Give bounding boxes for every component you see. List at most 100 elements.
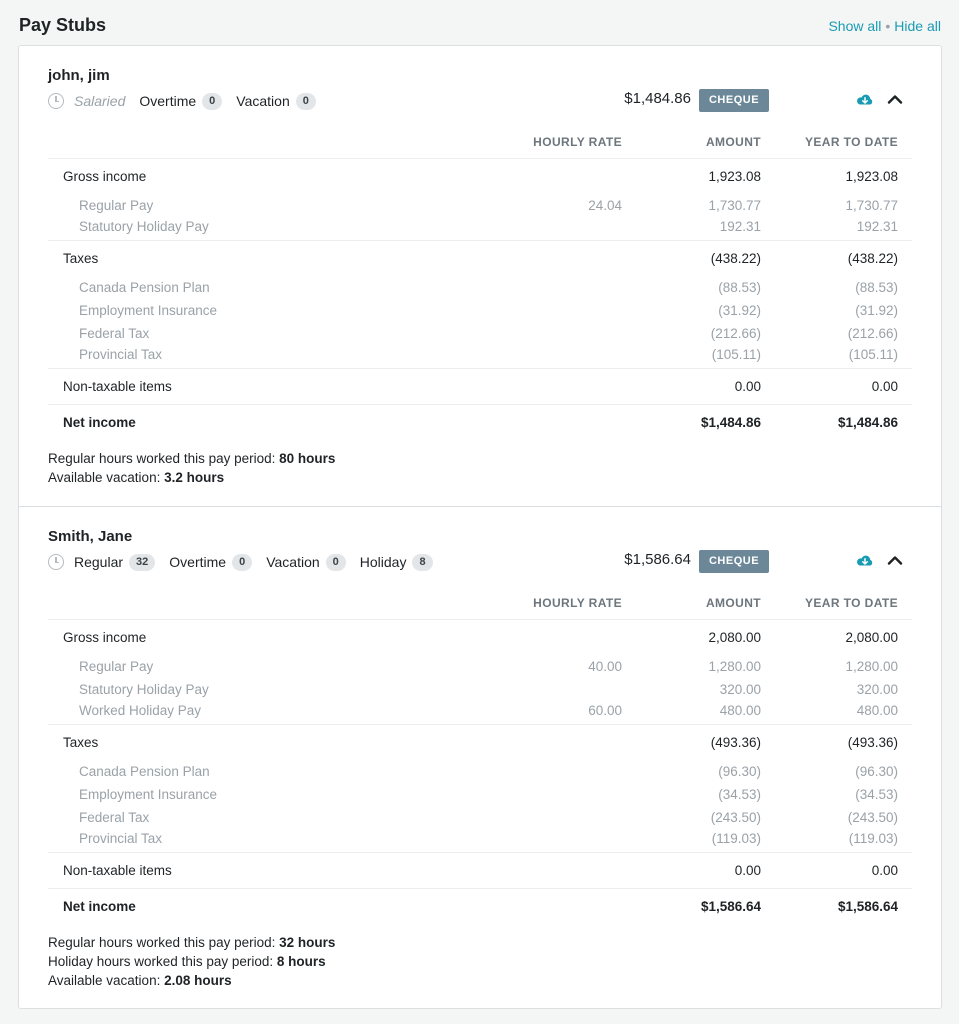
hours-count-badge: 8 <box>412 553 433 571</box>
row-ytd: 0.00 <box>775 851 912 888</box>
row-label: Regular Pay <box>79 659 154 674</box>
row-label: Gross income <box>63 629 147 645</box>
header-year-to-date: YEAR TO DATE <box>775 126 912 159</box>
hours-summary: Regular 32 Overtime 0 Vacation 0 Holiday 8 <box>48 553 447 571</box>
row-label: Provincial Tax <box>79 831 163 847</box>
row-amount: (438.22) <box>636 239 775 276</box>
row-amount: (88.53) <box>718 280 761 295</box>
row-ytd: (493.36) <box>775 723 912 760</box>
hours-vacation: Vacation 0 <box>266 553 346 571</box>
summary-line: Regular hours worked this pay period: 80… <box>48 449 335 468</box>
row-label: Taxes <box>48 723 478 760</box>
hide-all-link[interactable]: Hide all <box>894 18 941 34</box>
gross-income-row: Gross income 1,923.08 1,923.08 <box>48 158 912 194</box>
row-rate <box>478 829 636 852</box>
hours-label: Regular <box>74 554 124 570</box>
row-amount: $1,586.64 <box>636 887 775 925</box>
row-amount: (212.66) <box>710 326 761 341</box>
row-amount: 1,923.08 <box>708 168 761 184</box>
page-title: Pay Stubs <box>19 15 107 35</box>
employee-name: john, jim <box>48 67 110 84</box>
row-label: Employment Insurance <box>79 787 218 802</box>
row-label: Federal Tax <box>79 326 150 341</box>
row-rate <box>478 806 636 829</box>
cloud-download-icon[interactable] <box>856 92 874 108</box>
show-all-link[interactable]: Show all <box>828 18 881 34</box>
row-ytd: 320.00 <box>856 682 898 697</box>
row-ytd: 1,923.08 <box>845 168 898 184</box>
non-taxable-row: Non-taxable items 0.00 0.00 <box>48 367 912 404</box>
hours-label: Vacation <box>236 93 290 109</box>
row-rate <box>478 217 636 240</box>
row-rate: 24.04 <box>588 198 622 213</box>
summary-label: Available vacation: <box>48 470 161 485</box>
taxes-row: Taxes (493.36) (493.36) <box>48 723 912 760</box>
row-ytd: 2,080.00 <box>845 629 898 645</box>
row-amount: 192.31 <box>719 219 761 235</box>
header-hourly-rate: HOURLY RATE <box>478 587 636 620</box>
row-label: Federal Tax <box>79 810 150 825</box>
pay-stub-john-jim: john, jim Salaried Overtime 0 Vacation 0 $… <box>19 46 941 506</box>
row-rate <box>478 723 636 760</box>
row-rate <box>478 760 636 783</box>
hours-vacation: Vacation 0 <box>236 92 316 110</box>
row-ytd: (105.11) <box>848 347 898 363</box>
row-amount: (31.92) <box>718 303 761 318</box>
toggle-links: Show all • Hide all <box>828 18 941 34</box>
hours-count-badge: 0 <box>202 92 223 110</box>
earning-row: Statutory Holiday Pay 320.00 320.00 <box>48 678 912 701</box>
row-amount: 0.00 <box>636 851 775 888</box>
row-rate <box>478 322 636 345</box>
header-year-to-date: YEAR TO DATE <box>775 587 912 620</box>
hours-label: Vacation <box>266 554 320 570</box>
header-amount: AMOUNT <box>636 587 775 620</box>
summary-line: Available vacation: 2.08 hours <box>48 971 335 990</box>
row-label: Net income <box>48 887 478 925</box>
row-ytd: (88.53) <box>855 280 898 295</box>
cloud-download-icon[interactable] <box>856 553 874 569</box>
pay-method-badge: CHEQUE <box>699 550 769 573</box>
tax-row: Employment Insurance (34.53) (34.53) <box>48 783 912 806</box>
employee-name: Smith, Jane <box>48 528 133 545</box>
row-amount: 1,280.00 <box>708 659 761 674</box>
row-amount: (493.36) <box>636 723 775 760</box>
row-ytd: 1,280.00 <box>845 659 898 674</box>
row-rate <box>478 887 636 925</box>
pay-stubs-card: john, jim Salaried Overtime 0 Vacation 0 $… <box>18 45 942 1009</box>
row-ytd: 480.00 <box>856 703 898 719</box>
chevron-up-icon[interactable] <box>887 554 903 566</box>
chevron-up-icon[interactable] <box>887 93 903 105</box>
hours-overtime: Overtime 0 <box>169 553 253 571</box>
summary-value: 8 hours <box>276 954 326 969</box>
tax-row: Provincial Tax (105.11) (105.11) <box>48 345 912 368</box>
tax-row: Employment Insurance (31.92) (31.92) <box>48 299 912 322</box>
hours-label: Overtime <box>169 554 227 570</box>
pay-stub-table: HOURLY RATE AMOUNT YEAR TO DATE Gross in… <box>48 126 912 441</box>
row-label: Statutory Holiday Pay <box>79 682 209 697</box>
row-rate: 60.00 <box>588 703 622 719</box>
earning-row: Regular Pay 40.00 1,280.00 1,280.00 <box>48 655 912 678</box>
hours-label: Holiday <box>359 554 407 570</box>
header-label <box>48 587 478 620</box>
row-rate <box>478 158 636 194</box>
row-amount: (96.30) <box>718 764 761 779</box>
hours-count-badge: 32 <box>129 553 156 571</box>
summary-value: 3.2 hours <box>164 470 225 485</box>
row-ytd: (212.66) <box>847 326 898 341</box>
hours-count-badge: 0 <box>325 553 346 571</box>
row-amount: (34.53) <box>718 787 761 802</box>
summary-line: Regular hours worked this pay period: 32… <box>48 933 335 952</box>
row-ytd: $1,484.86 <box>775 403 912 441</box>
link-separator: • <box>885 18 891 34</box>
tax-row: Canada Pension Plan (88.53) (88.53) <box>48 276 912 299</box>
row-ytd: (119.03) <box>848 831 898 847</box>
row-label: Taxes <box>48 239 478 276</box>
summary-value: 80 hours <box>279 451 336 466</box>
row-ytd: 0.00 <box>775 367 912 404</box>
summary-value: 32 hours <box>279 935 336 950</box>
row-ytd: (438.22) <box>775 239 912 276</box>
tax-row: Federal Tax (212.66) (212.66) <box>48 322 912 345</box>
pay-method-badge: CHEQUE <box>699 89 769 112</box>
row-ytd: (96.30) <box>855 764 898 779</box>
summary-label: Available vacation: <box>48 973 161 988</box>
